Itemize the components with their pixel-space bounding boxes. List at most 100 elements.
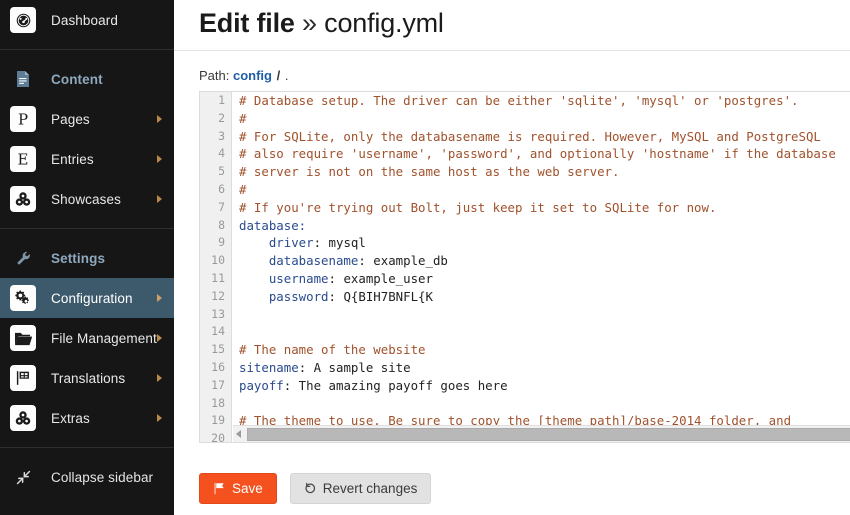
line-number: 12 xyxy=(211,288,225,303)
sidebar-group-spacer xyxy=(0,438,174,447)
path-current: . xyxy=(284,68,289,83)
chevron-right-icon[interactable] xyxy=(157,294,162,302)
code-token: # For SQLite, only the databasename is r… xyxy=(239,128,821,144)
chevron-right-icon[interactable] xyxy=(157,195,162,203)
code-token: username xyxy=(239,270,329,286)
line-number-gutter: 1 2 3 4 5 6 7 8 9 10 11 12 13 14 15 16 17 18 19 20 xyxy=(200,92,232,442)
line-number: 18 xyxy=(211,395,225,410)
sidebar-group-spacer xyxy=(0,50,174,59)
code-token: databasename xyxy=(239,253,359,269)
code-editor[interactable]: 1 2 3 4 5 6 7 8 9 10 11 12 13 14 15 16 17 18 19 20 # Databa… xyxy=(199,91,850,443)
path-label: Path: xyxy=(199,68,230,83)
code-line[interactable] xyxy=(239,323,836,341)
code-token: # also require 'username', 'password', a… xyxy=(239,146,836,162)
sidebar-item-configuration[interactable]: Configuration xyxy=(0,278,174,318)
code-line[interactable]: # server is not on the same host as the … xyxy=(239,163,836,181)
chevron-right-icon[interactable] xyxy=(157,334,162,342)
chevron-right-icon[interactable] xyxy=(157,115,162,123)
code-line[interactable]: driver: mysql xyxy=(239,234,836,252)
sidebar-item-dashboard[interactable]: Dashboard xyxy=(0,0,174,40)
sidebar-item-label: Pages xyxy=(51,111,90,127)
code-line[interactable]: databasename: example_db xyxy=(239,252,836,270)
page-title-main: Edit file xyxy=(199,8,295,38)
scroll-left-arrow-icon[interactable] xyxy=(236,430,241,438)
gears-icon xyxy=(10,285,36,311)
collapse-arrows-icon xyxy=(10,464,36,490)
code-token: : example_db xyxy=(358,253,448,269)
code-line[interactable] xyxy=(239,395,836,413)
code-line[interactable]: # For SQLite, only the databasename is r… xyxy=(239,128,836,146)
sidebar-item-label: Configuration xyxy=(51,290,133,306)
flag-icon xyxy=(10,365,36,391)
sidebar-item-label: Collapse sidebar xyxy=(51,469,154,485)
sidebar-item-content[interactable]: Content xyxy=(0,59,174,99)
line-number: 6 xyxy=(218,181,225,196)
save-button[interactable]: Save xyxy=(199,473,277,504)
sidebar-item-collapse-sidebar[interactable]: Collapse sidebar xyxy=(0,457,174,497)
letter-p-icon: P xyxy=(10,106,36,132)
scrollbar-thumb[interactable] xyxy=(247,428,850,441)
code-area[interactable]: # Database setup. The driver can be eith… xyxy=(233,92,836,442)
page-title-filename: config.yml xyxy=(324,8,444,38)
editor-actions: Save Revert changes xyxy=(199,473,432,504)
code-line[interactable] xyxy=(239,306,836,324)
sidebar-item-label: File Management xyxy=(51,330,157,346)
sidebar-item-extras[interactable]: Extras xyxy=(0,398,174,438)
code-token: driver xyxy=(239,235,314,251)
line-number: 13 xyxy=(211,306,225,321)
extras-blocks-icon xyxy=(10,405,36,431)
chevron-right-icon[interactable] xyxy=(157,414,162,422)
undo-arrow-icon xyxy=(304,482,317,495)
line-number: 7 xyxy=(218,199,225,214)
code-token: # xyxy=(239,110,247,126)
showcases-blocks-icon xyxy=(10,186,36,212)
path-separator: / xyxy=(276,68,281,83)
line-number: 4 xyxy=(218,146,225,161)
editor-horizontal-scrollbar[interactable] xyxy=(233,425,850,442)
sidebar-item-settings[interactable]: Settings xyxy=(0,238,174,278)
content-page-icon xyxy=(10,66,36,92)
sidebar-item-showcases[interactable]: Showcases xyxy=(0,179,174,219)
sidebar-item-entries[interactable]: E Entries xyxy=(0,139,174,179)
code-line[interactable]: # Database setup. The driver can be eith… xyxy=(239,92,836,110)
revert-changes-button[interactable]: Revert changes xyxy=(289,473,432,504)
code-token: # If you're trying out Bolt, just keep i… xyxy=(239,199,717,215)
sidebar: Dashboard Content P Pages E Entries Showcases S… xyxy=(0,0,174,515)
sidebar-item-translations[interactable]: Translations xyxy=(0,358,174,398)
code-token: : A sample site xyxy=(298,359,411,375)
main-content: Edit file » config.yml Path: config / . … xyxy=(174,0,850,515)
code-line[interactable]: payoff: The amazing payoff goes here xyxy=(239,377,836,395)
folder-open-icon xyxy=(10,325,36,351)
code-token: password xyxy=(239,288,329,304)
line-number: 11 xyxy=(211,270,225,285)
letter-e-icon: E xyxy=(10,146,36,172)
chevron-right-icon[interactable] xyxy=(157,374,162,382)
code-line[interactable]: # xyxy=(239,181,836,199)
code-token: # server is not on the same host as the … xyxy=(239,164,620,180)
code-line[interactable]: sitename: A sample site xyxy=(239,359,836,377)
sidebar-item-pages[interactable]: P Pages xyxy=(0,99,174,139)
save-button-label: Save xyxy=(232,481,263,496)
sidebar-group-spacer xyxy=(0,448,174,457)
line-number: 9 xyxy=(218,235,225,250)
line-number: 3 xyxy=(218,128,225,143)
svg-text:E: E xyxy=(18,151,29,169)
line-number: 17 xyxy=(211,377,225,392)
code-token: : The amazing payoff goes here xyxy=(283,377,508,393)
code-line[interactable]: # The name of the website xyxy=(239,341,836,359)
path-link-config[interactable]: config xyxy=(233,68,272,83)
sidebar-item-file-management[interactable]: File Management xyxy=(0,318,174,358)
code-line[interactable]: # xyxy=(239,110,836,128)
code-line[interactable]: username: example_user xyxy=(239,270,836,288)
code-line[interactable]: password: Q{BIH7BNFL{K xyxy=(239,288,836,306)
sidebar-item-label: Content xyxy=(51,71,103,87)
revert-button-label: Revert changes xyxy=(322,481,418,496)
code-line[interactable]: database: xyxy=(239,217,836,235)
line-number: 10 xyxy=(211,253,225,268)
line-number: 1 xyxy=(218,93,225,107)
code-token: # xyxy=(239,181,247,197)
code-line[interactable]: # If you're trying out Bolt, just keep i… xyxy=(239,199,836,217)
chevron-right-icon[interactable] xyxy=(157,155,162,163)
page-title: Edit file » config.yml xyxy=(199,0,850,39)
code-line[interactable]: # also require 'username', 'password', a… xyxy=(239,145,836,163)
